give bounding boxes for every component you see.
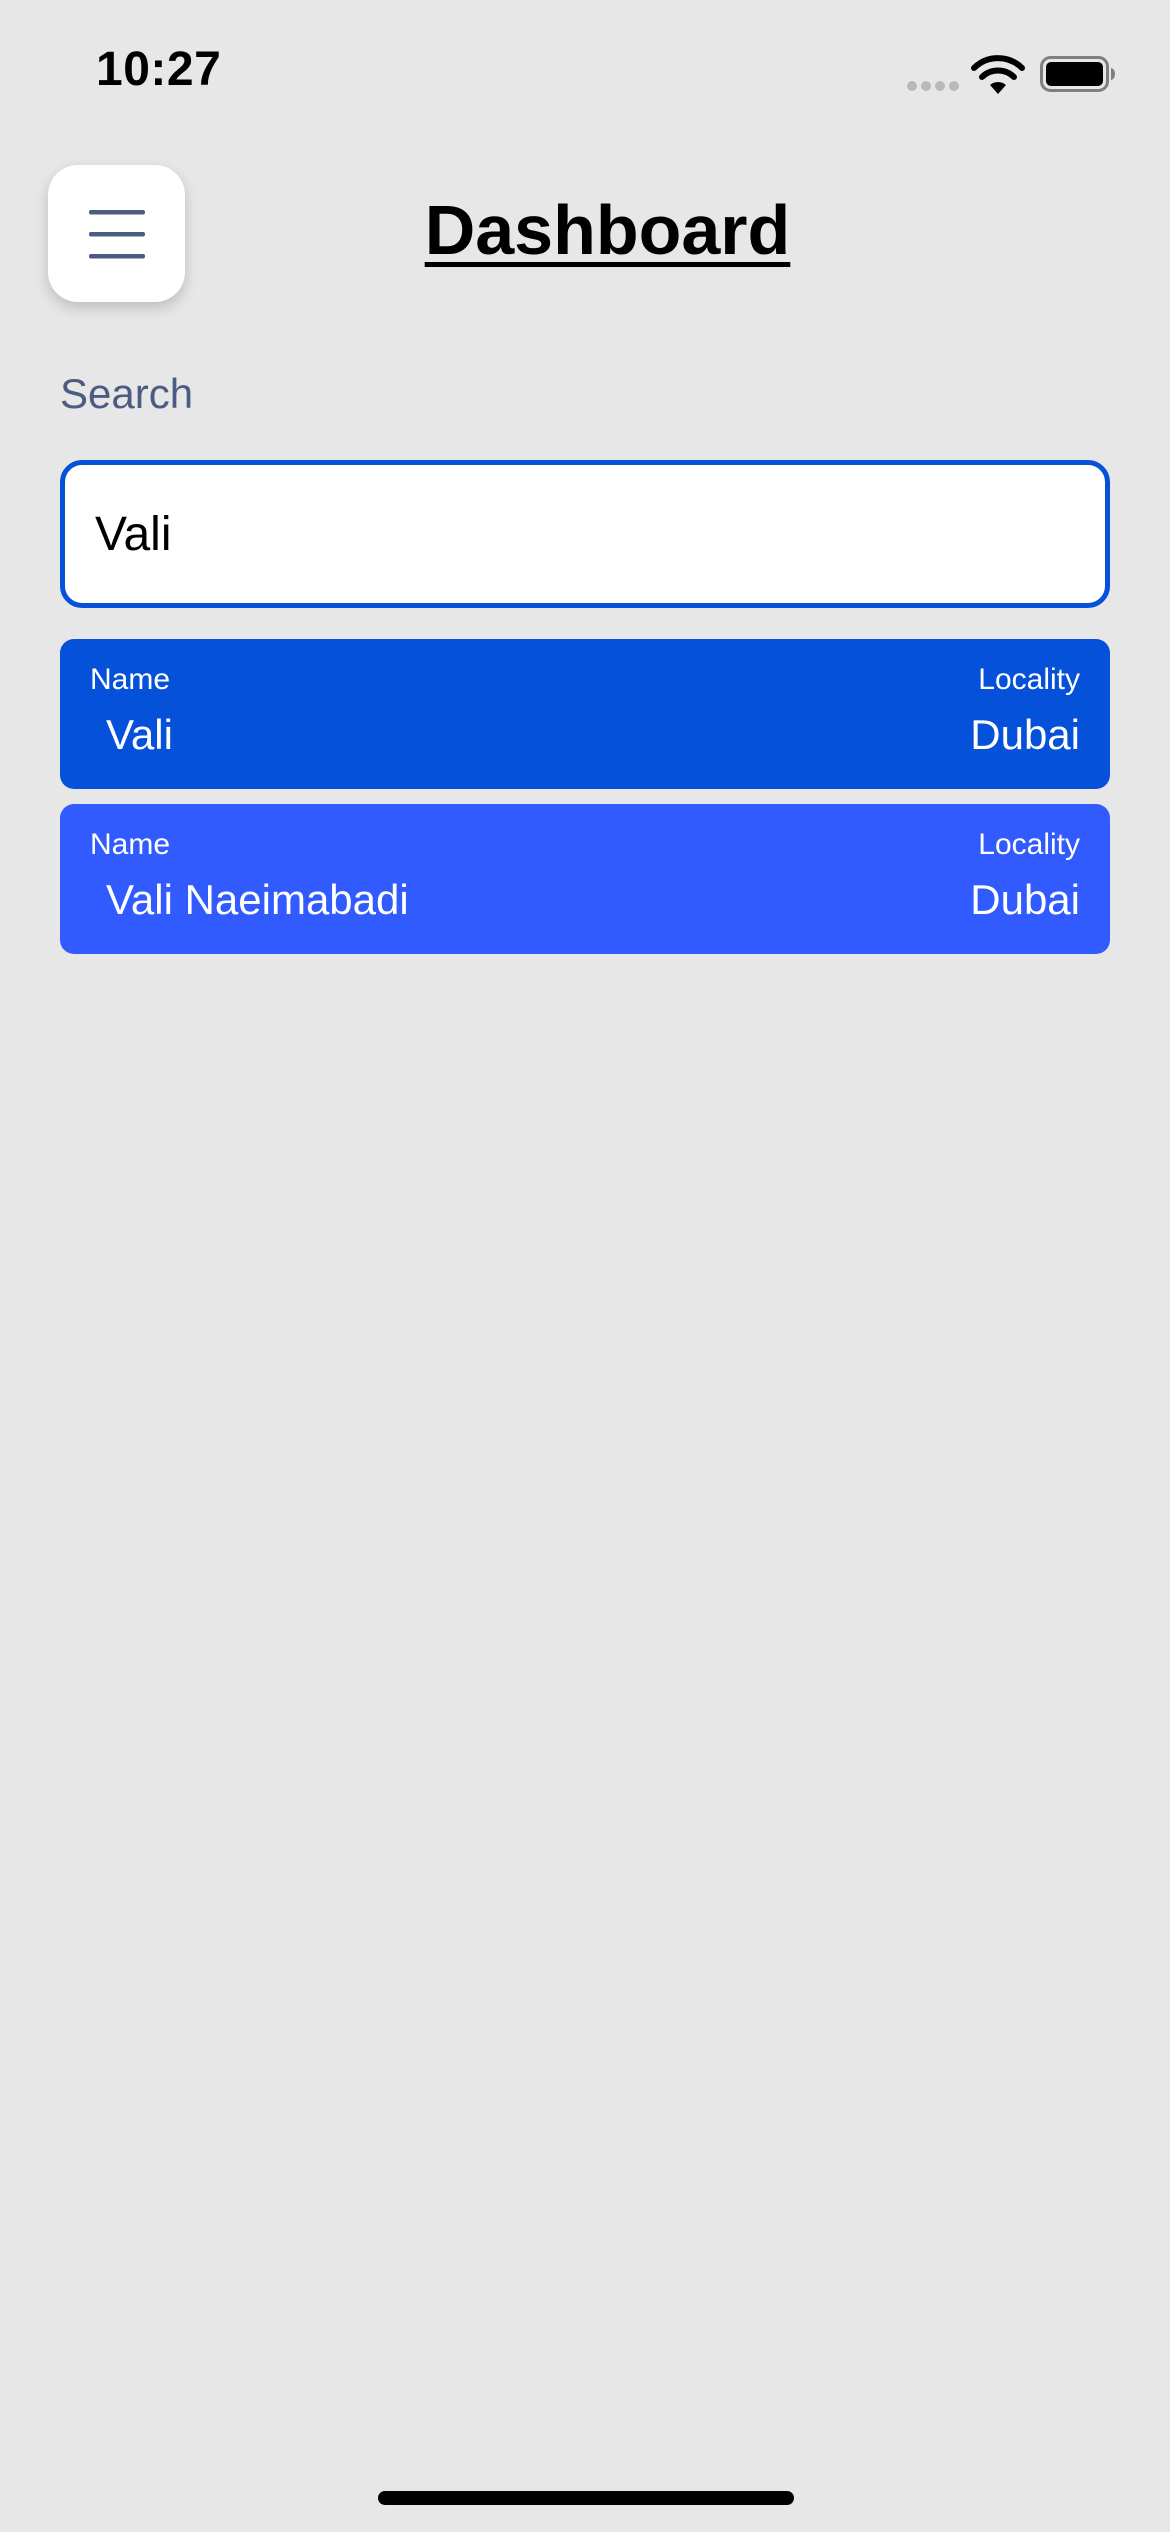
search-input[interactable] — [95, 465, 1075, 603]
locality-label: Locality — [978, 663, 1080, 696]
locality-label: Locality — [978, 828, 1080, 861]
page-title: Dashboard — [424, 191, 791, 269]
name-label: Name — [90, 828, 171, 861]
status-time: 10:27 — [96, 43, 222, 96]
status-bar: 10:27 — [0, 0, 1170, 140]
battery-icon — [1040, 56, 1115, 92]
name-value: Vali Naeimabadi — [106, 876, 409, 923]
wifi-icon — [971, 55, 1025, 94]
search-field[interactable] — [60, 460, 1110, 608]
search-label: Search — [60, 370, 194, 417]
result-card[interactable]: Name Vali Locality Dubai — [60, 639, 1110, 789]
home-indicator — [378, 2491, 794, 2505]
name-value: Vali — [106, 711, 173, 758]
name-label: Name — [90, 663, 171, 696]
cellular-signal-icon — [907, 81, 959, 91]
result-card[interactable]: Name Vali Naeimabadi Locality Dubai — [60, 804, 1110, 954]
menu-button[interactable] — [48, 165, 185, 302]
locality-value: Dubai — [970, 876, 1080, 923]
hamburger-menu-icon — [88, 209, 145, 258]
locality-value: Dubai — [970, 711, 1080, 758]
